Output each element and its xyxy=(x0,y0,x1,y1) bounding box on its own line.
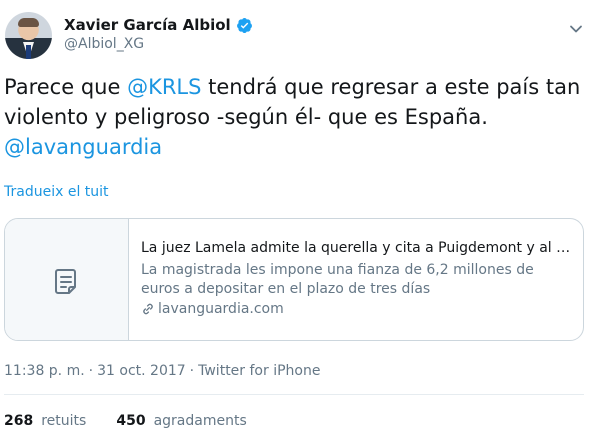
tweet-text: Parece que @KRLS tendrá que regresar a e… xyxy=(4,72,586,162)
document-icon xyxy=(55,269,76,294)
likes-count: 450 xyxy=(116,413,146,429)
likes-stat[interactable]: 450 agradaments xyxy=(116,413,246,429)
tweet-date[interactable]: 31 oct. 2017 xyxy=(97,363,186,379)
card-thumbnail xyxy=(5,219,129,340)
avatar[interactable] xyxy=(5,12,52,59)
divider xyxy=(4,394,584,395)
card-description: La magistrada les impone una fianza de 6… xyxy=(141,262,534,297)
tweet-stats: 268 retuits 450 agradaments xyxy=(4,413,277,429)
card-domain-text: lavanguardia.com xyxy=(158,301,284,317)
tweet-meta: 11:38 p. m. · 31 oct. 2017 · Twitter for… xyxy=(4,363,320,379)
link-preview-card[interactable]: La juez Lamela admite la querella y cita… xyxy=(4,218,584,341)
retweets-count: 268 xyxy=(4,413,34,429)
user-handle[interactable]: @Albiol_XG xyxy=(64,36,144,52)
tweet-source: Twitter for iPhone xyxy=(198,363,321,379)
link-icon xyxy=(143,303,153,315)
avatar-tie xyxy=(26,45,31,59)
mention-link[interactable]: @KRLS xyxy=(127,75,201,99)
verified-badge-icon xyxy=(236,17,252,33)
translate-tweet-link[interactable]: Tradueix el tuit xyxy=(4,184,109,200)
mention-link[interactable]: @lavanguardia xyxy=(4,135,162,159)
card-domain: lavanguardia.com xyxy=(141,301,284,317)
display-name[interactable]: Xavier García Albiol xyxy=(64,16,231,34)
name-row: Xavier García Albiol xyxy=(64,15,253,35)
meta-separator: · xyxy=(88,363,94,379)
tweet-header: Xavier García Albiol @Albiol_XG xyxy=(0,8,592,64)
chevron-down-icon[interactable] xyxy=(568,21,584,37)
tweet-text-part: Parece que xyxy=(4,75,128,99)
retweets-stat[interactable]: 268 retuits xyxy=(4,413,86,429)
card-title: La juez Lamela admite la querella y cita… xyxy=(141,240,575,256)
tweet-time[interactable]: 11:38 p. m. xyxy=(4,363,85,379)
meta-separator: · xyxy=(189,363,195,379)
likes-label: agradaments xyxy=(153,413,247,429)
retweets-label: retuits xyxy=(41,413,87,429)
avatar-hair xyxy=(18,18,39,27)
